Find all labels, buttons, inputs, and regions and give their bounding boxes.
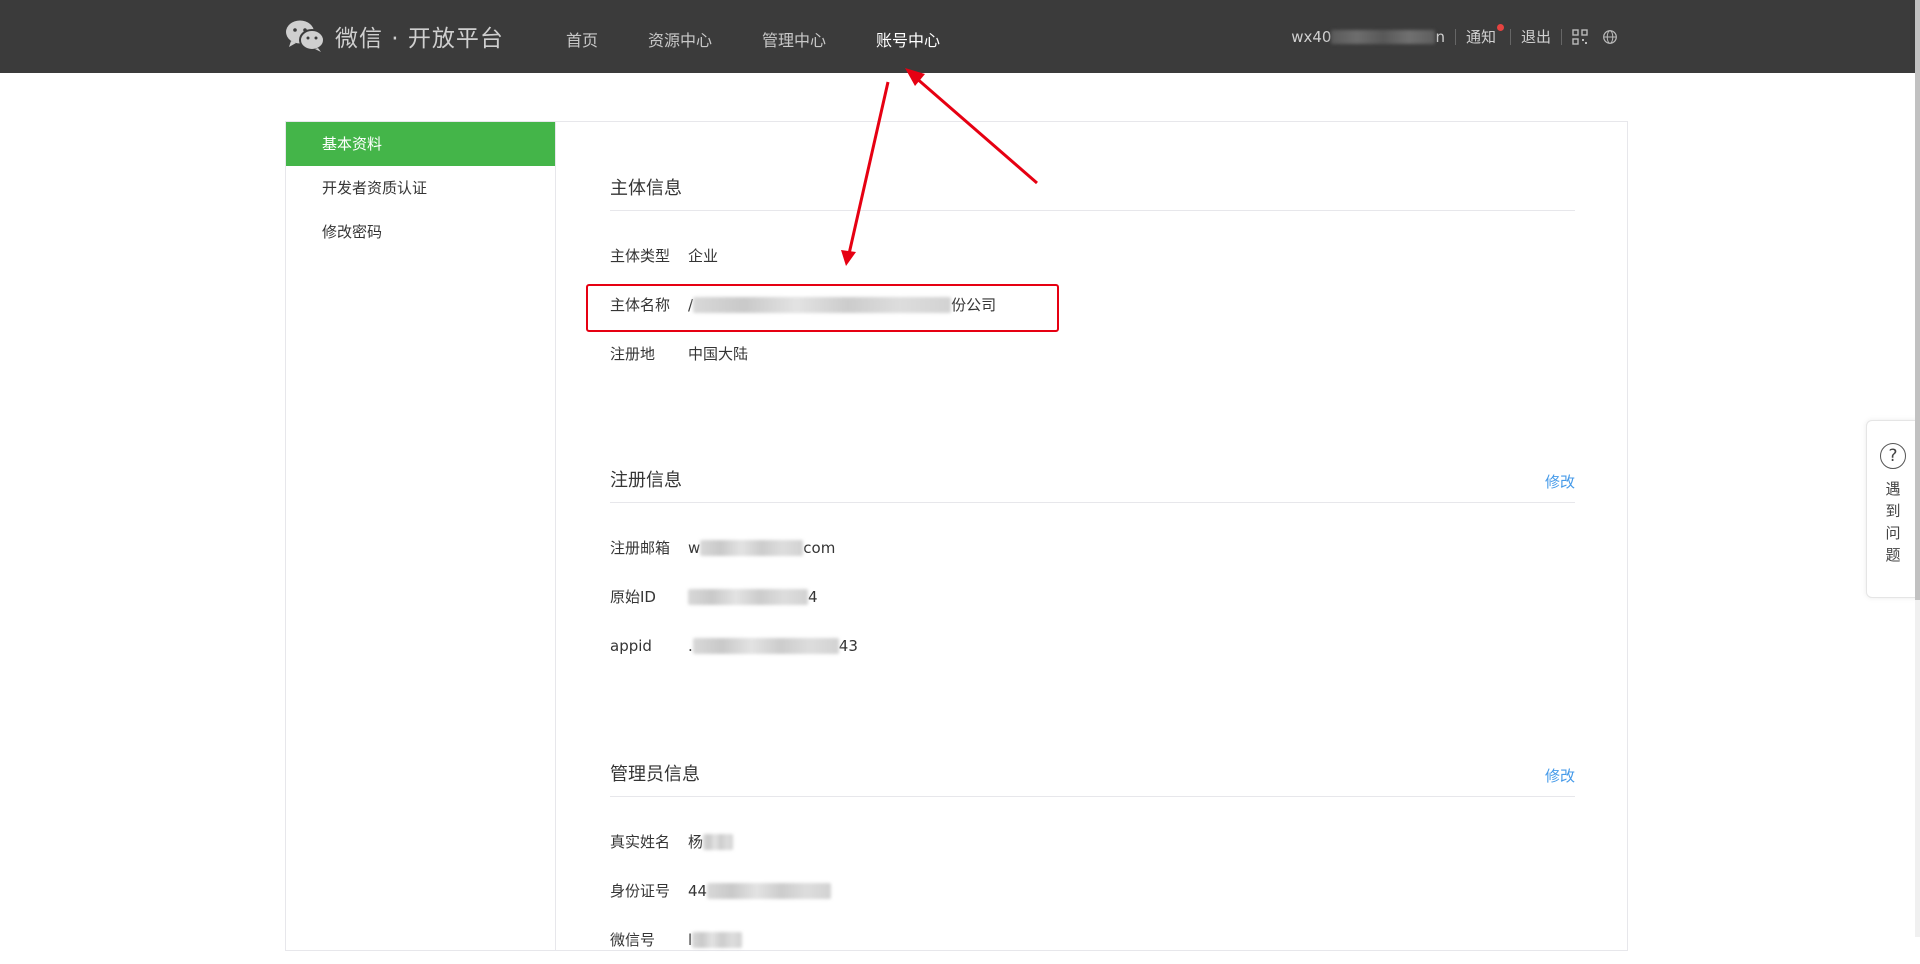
row-value: 44 xyxy=(688,881,832,900)
redacted-block xyxy=(703,833,734,850)
redacted-block xyxy=(707,882,832,899)
value-prefix: w xyxy=(688,538,701,557)
nav-resources[interactable]: 资源中心 xyxy=(648,27,712,51)
value-suffix: com xyxy=(803,538,836,557)
top-navbar: 微信 · 开放平台 首页 资源中心 管理中心 账号中心 wx40 n 通知 退出 xyxy=(0,0,1920,73)
sidebar-item-change-password[interactable]: 修改密码 xyxy=(286,210,555,254)
scrollbar[interactable] xyxy=(1915,0,1920,937)
section-title: 主体信息 xyxy=(610,178,682,199)
info-row: 身份证号 44 xyxy=(610,866,1575,915)
registration-section: 注册信息 修改 注册邮箱 w com 原始ID 4 appid . 43 xyxy=(610,466,1575,670)
row-label: 身份证号 xyxy=(610,882,671,900)
row-value: 企业 xyxy=(688,247,719,265)
row-label: 真实姓名 xyxy=(610,833,671,851)
account-name-suffix: n xyxy=(1435,27,1445,46)
info-row: 微信号 l xyxy=(610,915,1575,964)
scrollbar-thumb[interactable] xyxy=(1915,0,1920,600)
info-row: 注册邮箱 w com xyxy=(610,523,1575,572)
admin-section: 管理员信息 修改 真实姓名 杨 身份证号 44 微信号 l xyxy=(610,760,1575,964)
help-label: 遇到问题 xyxy=(1883,481,1902,569)
info-row: 真实姓名 杨 xyxy=(610,817,1575,866)
section-header: 注册信息 修改 xyxy=(610,466,1575,503)
info-row: 注册地 中国大陆 xyxy=(610,329,1575,378)
account-name-prefix: wx40 xyxy=(1291,27,1332,46)
logo[interactable]: 微信 · 开放平台 xyxy=(285,18,504,54)
value-suffix: 4 xyxy=(808,587,818,606)
annotation-highlight-box xyxy=(586,284,1059,332)
sidebar-item-basic-info[interactable]: 基本资料 xyxy=(286,122,555,166)
nav-account-center[interactable]: 账号中心 xyxy=(876,27,940,51)
main-nav: 首页 资源中心 管理中心 账号中心 xyxy=(566,27,990,51)
row-value: 4 xyxy=(688,588,818,606)
row-label: 原始ID xyxy=(610,588,656,606)
row-value: w com xyxy=(688,539,835,557)
row-value: l xyxy=(688,931,743,949)
row-label: appid xyxy=(610,636,652,655)
account-name[interactable]: wx40 n xyxy=(1291,28,1445,46)
notify-link[interactable]: 通知 xyxy=(1465,24,1504,47)
question-icon: ? xyxy=(1880,443,1906,469)
value-suffix: 43 xyxy=(838,636,858,655)
wechat-logo-icon xyxy=(286,20,325,52)
notification-dot xyxy=(1496,24,1504,31)
row-value: . 43 xyxy=(688,637,858,655)
entity-section: 主体信息 主体类型 企业 主体名称 / 份公司 注册地 中国大陆 xyxy=(610,174,1575,378)
redacted-block xyxy=(692,637,839,654)
row-label: 注册邮箱 xyxy=(610,539,671,557)
row-value: 杨 xyxy=(688,831,734,852)
nav-home[interactable]: 首页 xyxy=(566,27,598,51)
nav-management[interactable]: 管理中心 xyxy=(762,27,826,51)
notify-label: 通知 xyxy=(1465,28,1496,46)
globe-icon[interactable] xyxy=(1602,29,1618,45)
value-prefix: 44 xyxy=(688,881,708,900)
row-label: 微信号 xyxy=(610,931,656,949)
divider xyxy=(1509,28,1511,45)
sidebar: 基本资料 开发者资质认证 修改密码 xyxy=(286,122,556,950)
user-menu: wx40 n 通知 退出 xyxy=(1291,24,1618,47)
logout-link[interactable]: 退出 xyxy=(1521,26,1551,47)
sidebar-item-developer-verification[interactable]: 开发者资质认证 xyxy=(286,166,555,210)
redacted-block xyxy=(688,588,808,605)
info-row: appid . 43 xyxy=(610,621,1575,670)
section-title: 管理员信息 xyxy=(610,764,700,785)
logo-text: 微信 · 开放平台 xyxy=(335,26,504,52)
redacted-block xyxy=(1331,29,1436,44)
row-label: 注册地 xyxy=(610,345,656,363)
main-content: 主体信息 主体类型 企业 主体名称 / 份公司 注册地 中国大陆 注册信息 修改… xyxy=(610,122,1575,964)
edit-registration-link[interactable]: 修改 xyxy=(1545,471,1575,492)
content-panel: 基本资料 开发者资质认证 修改密码 主体信息 主体类型 企业 主体名称 / 份公… xyxy=(285,121,1628,951)
qr-code-icon[interactable] xyxy=(1572,28,1588,45)
divider xyxy=(1454,28,1456,45)
info-row: 主体类型 企业 xyxy=(610,231,1575,280)
value-prefix: 杨 xyxy=(688,833,704,851)
row-label: 主体类型 xyxy=(610,247,671,265)
redacted-block xyxy=(700,539,804,556)
divider xyxy=(1561,28,1562,45)
info-row: 原始ID 4 xyxy=(610,572,1575,621)
help-widget[interactable]: ? 遇到问题 xyxy=(1866,420,1920,598)
edit-admin-link[interactable]: 修改 xyxy=(1545,765,1575,786)
redacted-block xyxy=(692,931,743,948)
section-header: 管理员信息 修改 xyxy=(610,760,1575,797)
section-title: 注册信息 xyxy=(610,470,682,491)
row-value: 中国大陆 xyxy=(688,345,749,363)
section-header: 主体信息 xyxy=(610,174,1575,211)
